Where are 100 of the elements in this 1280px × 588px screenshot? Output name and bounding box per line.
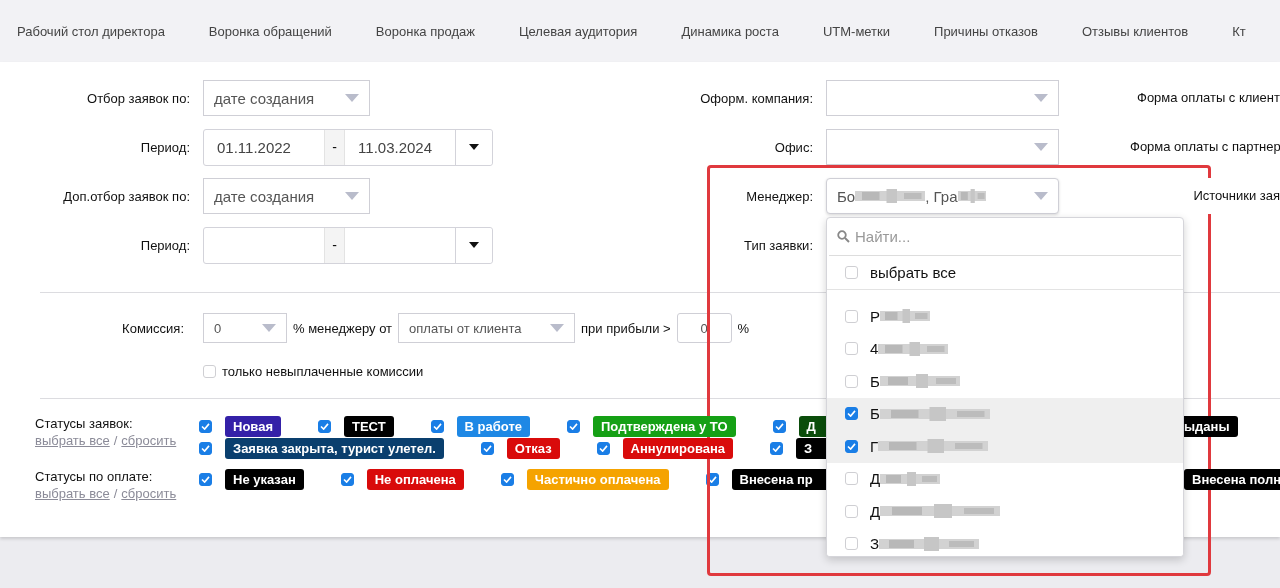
select-field[interactable]: дате создания [203, 178, 370, 214]
dropdown-arrow-icon [1034, 94, 1048, 102]
status-badge: Не оплачена [366, 468, 464, 490]
checkmark-icon [847, 442, 856, 450]
status-badge: Заявка закрыта, турист улетел. [225, 437, 444, 459]
status-badge: Аннулирована [622, 437, 734, 459]
field-label: % [737, 320, 750, 336]
select-all-link[interactable]: выбрать все [35, 486, 110, 501]
checkbox[interactable] [845, 439, 858, 453]
checkbox[interactable] [567, 419, 580, 433]
dropdown-option[interactable]: З [827, 527, 1183, 556]
status-badge: Отказ [506, 437, 560, 459]
nav-tab[interactable]: Кт [1232, 23, 1246, 39]
caret-down-icon [468, 242, 479, 248]
field-label: Офис: [773, 139, 814, 155]
nav-tab[interactable]: Динамика роста [681, 23, 779, 39]
nav-tab[interactable]: Целевая аудитория [518, 23, 638, 39]
checkmark-icon [482, 444, 492, 452]
checkmark-icon [772, 444, 782, 452]
blurred-text-drawing [855, 186, 926, 206]
nav-tab[interactable]: UTM-метки [822, 23, 891, 39]
nav-tab[interactable]: Причины отказов [934, 23, 1038, 39]
nav-tab[interactable]: Рабочий стол директора [17, 23, 165, 39]
checkbox[interactable] [199, 441, 212, 455]
dropdown-option[interactable]: Д [827, 462, 1183, 495]
field-label: Оформ. компания: [699, 90, 814, 106]
checkmark-icon [342, 475, 352, 483]
dropdown-option[interactable]: Р [827, 300, 1183, 333]
dropdown-arrow-icon [345, 192, 359, 200]
field-label: Менеджер: [745, 188, 814, 204]
checkmark-icon [319, 422, 329, 430]
checkbox[interactable] [199, 472, 212, 486]
select-field[interactable] [826, 80, 1059, 116]
dropdown-arrow-icon [262, 324, 276, 332]
group-label: Статусы заявок: [35, 416, 134, 431]
checkmark-icon [432, 422, 442, 430]
checkmark-icon [201, 422, 210, 430]
select-field[interactable]: оплаты от клиента [398, 313, 576, 343]
checkmark-icon [502, 475, 512, 483]
separator: / [113, 433, 118, 448]
checkbox[interactable] [199, 419, 212, 433]
field-label: Тип заявки: [743, 237, 814, 253]
dropdown-option[interactable]: выбрать все [827, 256, 1183, 290]
checkbox[interactable] [480, 441, 494, 455]
field-label: Доп.отбор заявок по: [62, 188, 191, 204]
checkmark-icon [847, 410, 856, 418]
status-badge: Подтверждена у ТО [593, 415, 736, 437]
reset-link[interactable]: сбросить [121, 433, 177, 448]
select-field[interactable]: Бо , Гра [826, 178, 1059, 214]
checkmark-icon [201, 444, 210, 452]
reset-link[interactable]: сбросить [121, 486, 177, 501]
status-badge: В работе [456, 415, 530, 437]
input-field[interactable]: 0 [676, 313, 732, 343]
separator: / [113, 486, 118, 501]
checkbox[interactable] [500, 472, 514, 486]
dropdown-option[interactable]: Б [827, 397, 1183, 430]
checkbox[interactable] [430, 419, 444, 433]
select-field[interactable]: 0 [203, 313, 287, 343]
status-badge: Внесена полн [1184, 468, 1280, 490]
field-label: Период: [139, 139, 191, 155]
search-icon [837, 230, 850, 243]
select-field[interactable]: дате создания [203, 80, 370, 116]
group-label: Статусы по оплате: [35, 469, 154, 484]
caret-down-icon [468, 144, 479, 150]
date-range-field[interactable]: - [203, 226, 493, 264]
checkmark-icon [774, 422, 784, 430]
dropdown-option[interactable]: Г [827, 430, 1183, 463]
calendar-dropdown-button[interactable] [454, 227, 492, 263]
nav-tab[interactable]: Отзывы клиентов [1081, 23, 1189, 39]
nav-tab[interactable]: Воронка обращений [208, 23, 332, 39]
dropdown-arrow-icon [345, 94, 359, 102]
dropdown-arrow-icon [550, 324, 565, 332]
status-badge: ТЕСТ [343, 415, 394, 437]
status-badge: Частично оплачена [526, 468, 669, 490]
field-label: при прибыли > [581, 320, 671, 336]
checkbox[interactable] [845, 407, 858, 421]
checkbox-label: только невыплаченные комиссии [222, 364, 424, 379]
dropdown-option[interactable]: 4 [827, 332, 1183, 365]
field-label: Форма оплаты с партнер [1130, 129, 1280, 165]
checkmark-icon [201, 475, 210, 483]
dropdown-arrow-icon [1034, 192, 1048, 200]
status-badge: Новая [225, 415, 281, 437]
checkmark-icon [598, 444, 608, 452]
checkbox[interactable] [596, 441, 610, 455]
checkbox[interactable] [317, 419, 331, 433]
calendar-dropdown-button[interactable] [454, 129, 492, 165]
checkbox[interactable] [772, 419, 786, 433]
nav-tab[interactable]: Воронка продаж [375, 23, 475, 39]
dropdown-option[interactable]: Б [827, 365, 1183, 398]
field-label: % менеджеру от [293, 320, 393, 336]
dropdown-option[interactable]: Д [827, 495, 1183, 528]
select-field[interactable] [826, 129, 1059, 165]
checkmark-icon [569, 422, 578, 430]
field-label: Отбор заявок по: [86, 90, 191, 106]
checkbox[interactable] [340, 472, 354, 486]
checkbox[interactable] [770, 441, 784, 455]
status-badge: Не указан [225, 468, 304, 490]
blurred-text-drawing [957, 186, 986, 206]
date-range-field[interactable]: 01.11.2022 - 11.03.2024 [203, 128, 493, 166]
select-all-link[interactable]: выбрать все [35, 433, 110, 448]
